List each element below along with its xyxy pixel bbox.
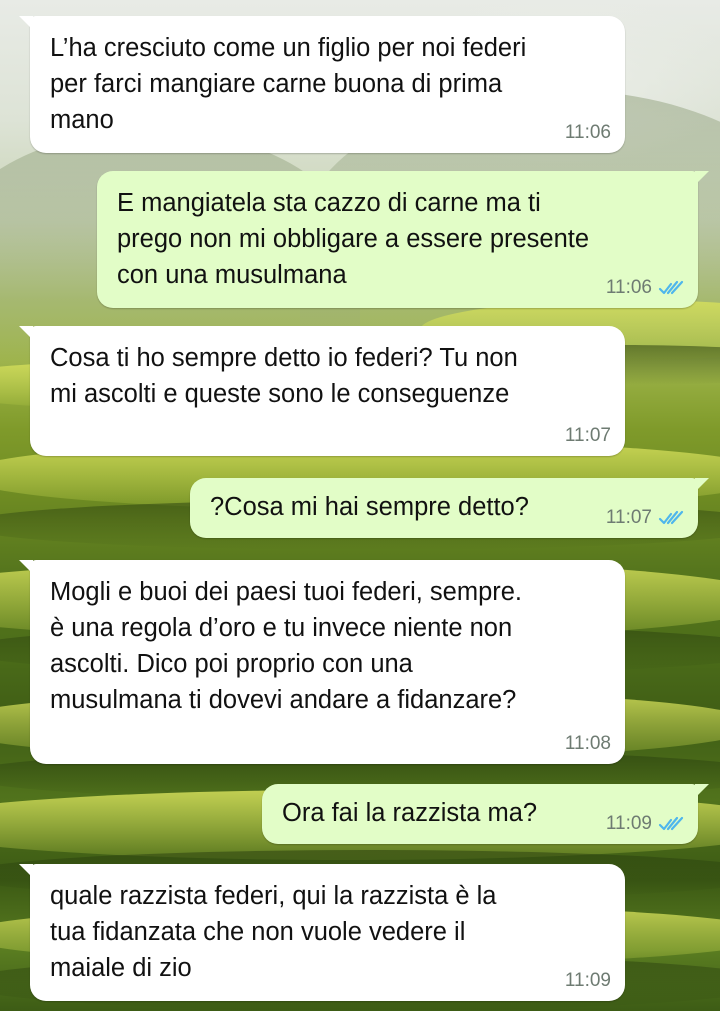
outgoing-message[interactable]: ?Cosa mi hai sempre detto? 11:07 bbox=[190, 478, 709, 538]
bubble-tail bbox=[695, 171, 709, 185]
bubble-tail bbox=[19, 326, 33, 340]
double-check-icon bbox=[658, 816, 684, 831]
message-text: L’ha cresciuto come un figlio per noi fe… bbox=[50, 34, 527, 134]
bubble-tail bbox=[695, 478, 709, 492]
message-text: E mangiatela sta cazzo di carne ma ti pr… bbox=[117, 189, 590, 289]
message-text: Ora fai la razzista ma? bbox=[282, 799, 538, 827]
outgoing-message[interactable]: Ora fai la razzista ma? 11:09 bbox=[262, 784, 709, 844]
message-time: 11:08 bbox=[564, 733, 611, 754]
incoming-message[interactable]: Mogli e buoi dei paesi tuoi federi, semp… bbox=[19, 560, 625, 764]
message-meta: 11:06 bbox=[565, 122, 611, 144]
message-text: Mogli e buoi dei paesi tuoi federi, semp… bbox=[50, 578, 523, 714]
message-time: 11:06 bbox=[564, 122, 611, 143]
message-list[interactable]: L’ha cresciuto come un figlio per noi fe… bbox=[0, 0, 720, 1011]
incoming-message[interactable]: quale razzista federi, qui la razzista è… bbox=[19, 864, 625, 1001]
message-text: ?Cosa mi hai sempre detto? bbox=[210, 493, 529, 521]
incoming-message[interactable]: Cosa ti ho sempre detto io federi? Tu no… bbox=[19, 326, 625, 456]
message-time: 11:07 bbox=[605, 507, 652, 528]
message-meta: 11:08 bbox=[565, 733, 611, 755]
message-time: 11:09 bbox=[564, 970, 611, 991]
double-check-icon bbox=[658, 510, 684, 525]
message-time: 11:07 bbox=[564, 425, 611, 446]
incoming-message[interactable]: L’ha cresciuto come un figlio per noi fe… bbox=[19, 16, 625, 153]
bubble-tail bbox=[19, 16, 33, 30]
bubble-tail bbox=[695, 784, 709, 798]
message-meta: 11:07 bbox=[606, 507, 684, 529]
message-text: quale razzista federi, qui la razzista è… bbox=[50, 882, 497, 982]
message-time: 11:06 bbox=[605, 277, 652, 298]
double-check-icon bbox=[658, 280, 684, 295]
outgoing-message[interactable]: E mangiatela sta cazzo di carne ma ti pr… bbox=[97, 171, 709, 308]
message-meta: 11:06 bbox=[606, 277, 684, 299]
bubble-tail bbox=[19, 864, 33, 878]
message-meta: 11:09 bbox=[606, 813, 684, 835]
bubble-tail bbox=[19, 560, 33, 574]
message-meta: 11:07 bbox=[565, 425, 611, 447]
message-meta: 11:09 bbox=[565, 970, 611, 992]
message-text: Cosa ti ho sempre detto io federi? Tu no… bbox=[50, 344, 518, 408]
message-time: 11:09 bbox=[605, 813, 652, 834]
